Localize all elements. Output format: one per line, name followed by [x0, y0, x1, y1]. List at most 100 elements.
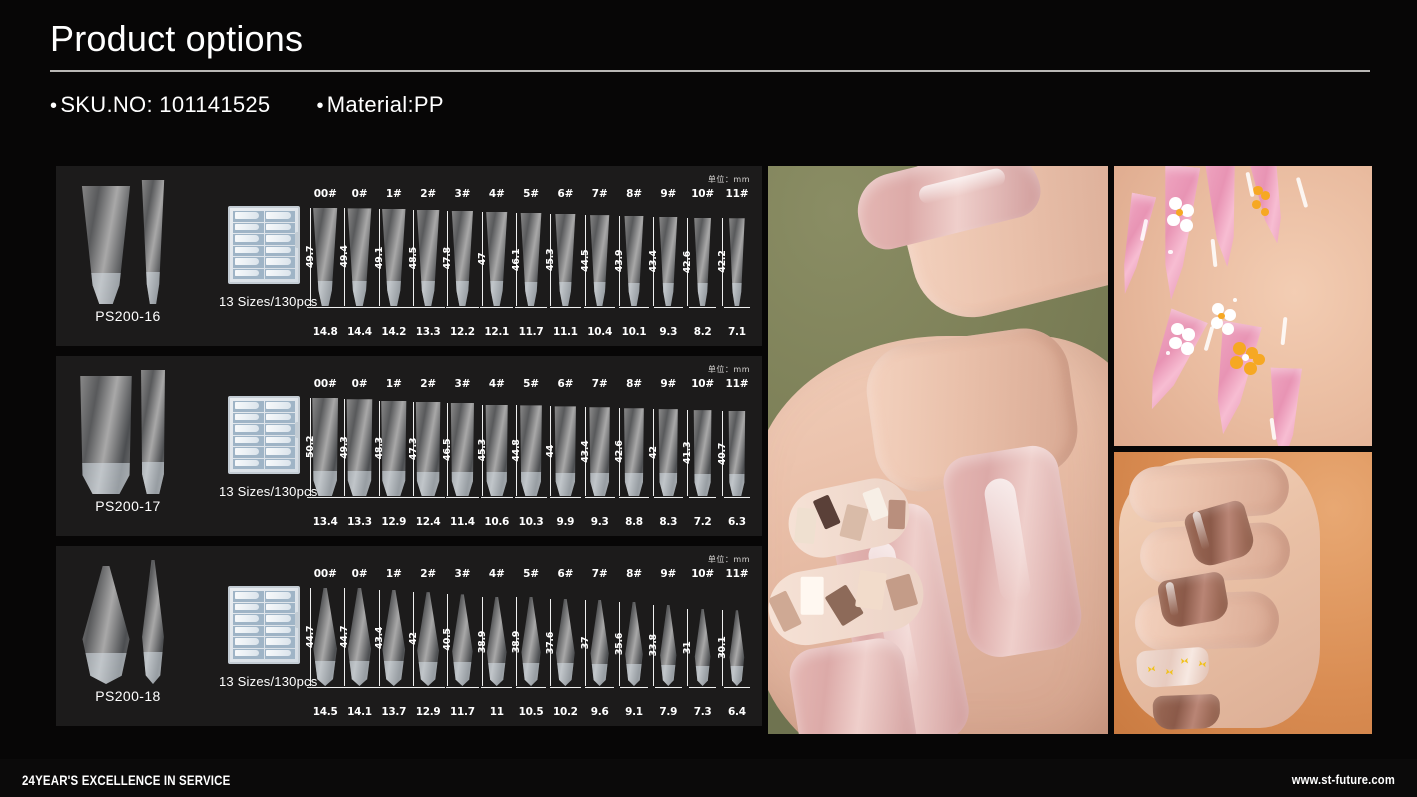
- unit-label: 单位：mm: [707, 555, 750, 564]
- size-label: 7#: [591, 568, 608, 580]
- size-label: 2#: [420, 568, 436, 580]
- size-column: 9# 33.8 7.9: [648, 568, 685, 718]
- width-measure-bar: [653, 497, 683, 498]
- size-column: 2# 48.5 13.3: [408, 188, 446, 338]
- page-title: Product options: [50, 18, 304, 59]
- nail-tip: [415, 401, 441, 496]
- size-column: 4# 38.9 11: [477, 568, 514, 718]
- size-column: 7# 37 9.6: [580, 568, 617, 718]
- top-right-photo-art: [1114, 166, 1372, 446]
- spec-material-text: Material:PP: [326, 92, 444, 117]
- width-measure-bar: [723, 497, 750, 498]
- size-column: 11# 40.7 6.3: [717, 378, 754, 528]
- nail-tip: [520, 405, 542, 496]
- length-value: 44: [545, 444, 557, 458]
- nail-tip: [589, 407, 610, 496]
- size-column: 3# 47.8 12.2: [442, 188, 479, 338]
- size-label: 00#: [313, 568, 337, 580]
- size-sequence: 00# 44.7 14.5 0# 44.7 14.1 1# 43.4 13.7 2# 42 12.9 3…: [305, 568, 754, 718]
- length-value: 31: [682, 641, 694, 654]
- length-value: 45.3: [545, 248, 557, 272]
- width-value: 7.3: [693, 706, 712, 718]
- size-column: 6# 44 9.9: [545, 378, 582, 528]
- nail-tip: [658, 409, 678, 496]
- nail-tip: [520, 212, 542, 306]
- product-box-image: [228, 206, 300, 284]
- length-value: 44.5: [579, 249, 591, 272]
- size-label: 5#: [523, 378, 539, 390]
- size-label: 2#: [420, 378, 436, 390]
- nail-tip: [660, 604, 677, 686]
- size-column: 5# 46.1 11.7: [511, 188, 548, 338]
- width-measure-bar: [550, 687, 581, 688]
- nail-tip: [346, 399, 373, 496]
- size-label: 4#: [488, 568, 505, 580]
- width-measure-bar: [549, 307, 581, 308]
- length-value: 44.8: [510, 439, 522, 462]
- width-measure-bar: [654, 687, 682, 688]
- nail-tip: [452, 594, 473, 686]
- size-label: 0#: [351, 568, 368, 580]
- width-measure-bar: [515, 307, 548, 308]
- size-label: 6#: [557, 378, 574, 390]
- width-value: 13.7: [381, 706, 407, 718]
- length-value: 42: [407, 632, 419, 646]
- width-measure-bar: [307, 307, 344, 308]
- product-box-image: [228, 396, 300, 474]
- width-value: 14.5: [312, 706, 338, 718]
- nail-tip: [554, 406, 576, 496]
- width-value: 8.8: [625, 516, 643, 528]
- size-column: 4# 47 12.1: [477, 188, 514, 338]
- size-label: 4#: [488, 188, 505, 200]
- length-value: 43.4: [579, 440, 591, 463]
- size-column: 3# 46.5 11.4: [442, 378, 479, 528]
- size-label: 10#: [691, 188, 714, 200]
- size-column: 10# 42.6 8.2: [682, 188, 719, 338]
- nail-tip: [729, 218, 745, 306]
- size-label: 6#: [557, 568, 574, 580]
- nail-tip: [659, 216, 678, 306]
- size-chart-panel: 单位：mm PS200-17 13 Sizes/130pcs 00# 50.2 13.4 0…: [56, 356, 762, 536]
- size-column: 8# 35.6 9.1: [614, 568, 651, 718]
- width-measure-bar: [618, 307, 649, 308]
- width-value: 13.3: [415, 326, 441, 338]
- size-chart-panel: 单位：mm PS200-16 13 Sizes/130pcs 00# 49.7 14.8 0…: [56, 166, 762, 346]
- nail-tip: [694, 217, 711, 306]
- top-right-photo: [1114, 166, 1372, 446]
- unit-label: 单位：mm: [707, 365, 750, 374]
- width-value: 6.4: [728, 706, 746, 718]
- length-value: 40.5: [442, 629, 454, 652]
- nail-tip: [624, 408, 644, 496]
- footer: 24YEAR'S EXCELLENCE IN SERVICE www.st-fu…: [0, 759, 1417, 797]
- size-column: 7# 44.5 10.4: [579, 188, 617, 338]
- product-code: PS200-18: [95, 688, 161, 704]
- width-value: 10.4: [587, 326, 613, 338]
- width-measure-bar: [619, 687, 649, 688]
- size-column: 3# 40.5 11.7: [442, 568, 479, 718]
- width-measure-bar: [723, 307, 750, 308]
- width-value: 9.1: [625, 706, 643, 718]
- slide-root: Product options • SKU.NO: 101141525 • Mate…: [0, 0, 1417, 797]
- length-value: 43.4: [373, 626, 385, 650]
- width-measure-bar: [688, 307, 717, 308]
- size-label: 1#: [385, 378, 402, 390]
- size-column: 0# 44.7 14.1: [339, 568, 378, 718]
- size-sequence: 00# 50.2 13.4 0# 49.3 13.3 1# 48.3 12.9 2# 47.3 12.…: [305, 378, 754, 528]
- width-value: 9.6: [590, 706, 609, 718]
- nail-tip: [450, 403, 474, 496]
- size-column: 8# 43.9 10.1: [613, 188, 651, 338]
- length-value: 43.9: [613, 249, 625, 273]
- size-column: 0# 49.3 13.3: [339, 378, 378, 528]
- size-label: 9#: [660, 568, 677, 580]
- width-measure-bar: [410, 497, 446, 498]
- width-measure-bar: [411, 307, 446, 308]
- nail-tip: [590, 599, 609, 686]
- size-label: 11#: [725, 568, 749, 580]
- width-measure-bar: [480, 497, 513, 498]
- width-value: 14.4: [347, 326, 372, 338]
- width-value: 12.9: [415, 706, 441, 718]
- length-value: 43.4: [648, 250, 660, 273]
- width-measure-bar: [307, 497, 344, 498]
- width-measure-bar: [445, 497, 479, 498]
- size-column: 8# 42.6 8.8: [614, 378, 651, 528]
